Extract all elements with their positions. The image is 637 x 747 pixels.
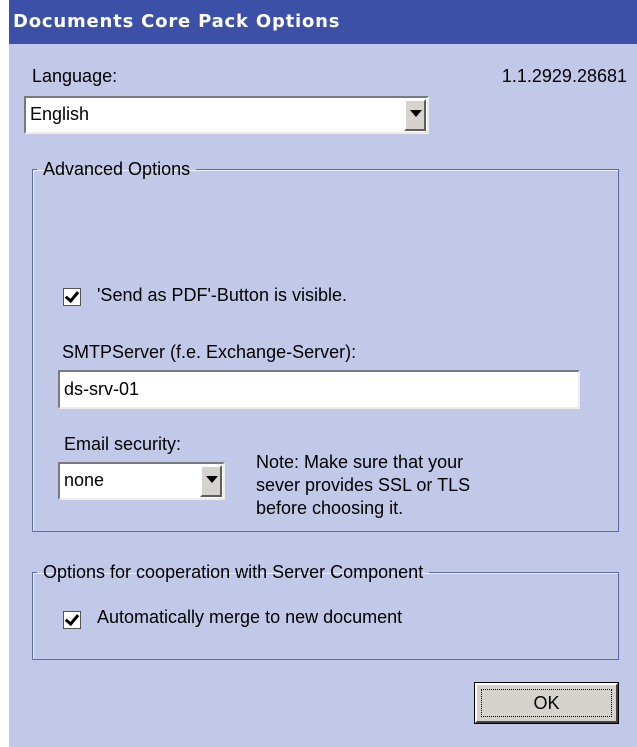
title-bar: Documents Core Pack Options <box>9 0 637 44</box>
chevron-down-icon[interactable] <box>200 465 222 497</box>
email-security-select[interactable]: none <box>58 462 225 500</box>
version-text: 1.1.2929.28681 <box>501 66 627 86</box>
smtp-server-input[interactable] <box>58 370 580 409</box>
chevron-down-icon[interactable] <box>404 99 426 131</box>
email-security-value: none <box>64 470 105 490</box>
merge-label[interactable]: Automatically merge to new document <box>97 607 402 628</box>
language-select-value: English <box>30 104 90 124</box>
advanced-options-legend: Advanced Options <box>43 159 191 179</box>
language-label: Language: <box>32 66 118 86</box>
email-security-label: Email security: <box>64 434 182 454</box>
server-component-legend: Options for cooperation with Server Comp… <box>43 562 424 582</box>
options-dialog: Documents Core Pack Options Language: 1.… <box>9 0 637 747</box>
smtp-server-label: SMTPServer (f.e. Exchange-Server): <box>62 342 357 362</box>
ok-button[interactable]: OK <box>475 683 618 723</box>
ssl-note: Note: Make sure that your sever provides… <box>256 452 471 518</box>
send-pdf-checkbox[interactable] <box>63 288 81 306</box>
ok-button-label: OK <box>533 693 560 713</box>
merge-checkbox[interactable] <box>63 611 81 629</box>
send-pdf-label[interactable]: 'Send as PDF'-Button is visible. <box>97 285 347 306</box>
language-select[interactable]: English <box>24 96 429 134</box>
